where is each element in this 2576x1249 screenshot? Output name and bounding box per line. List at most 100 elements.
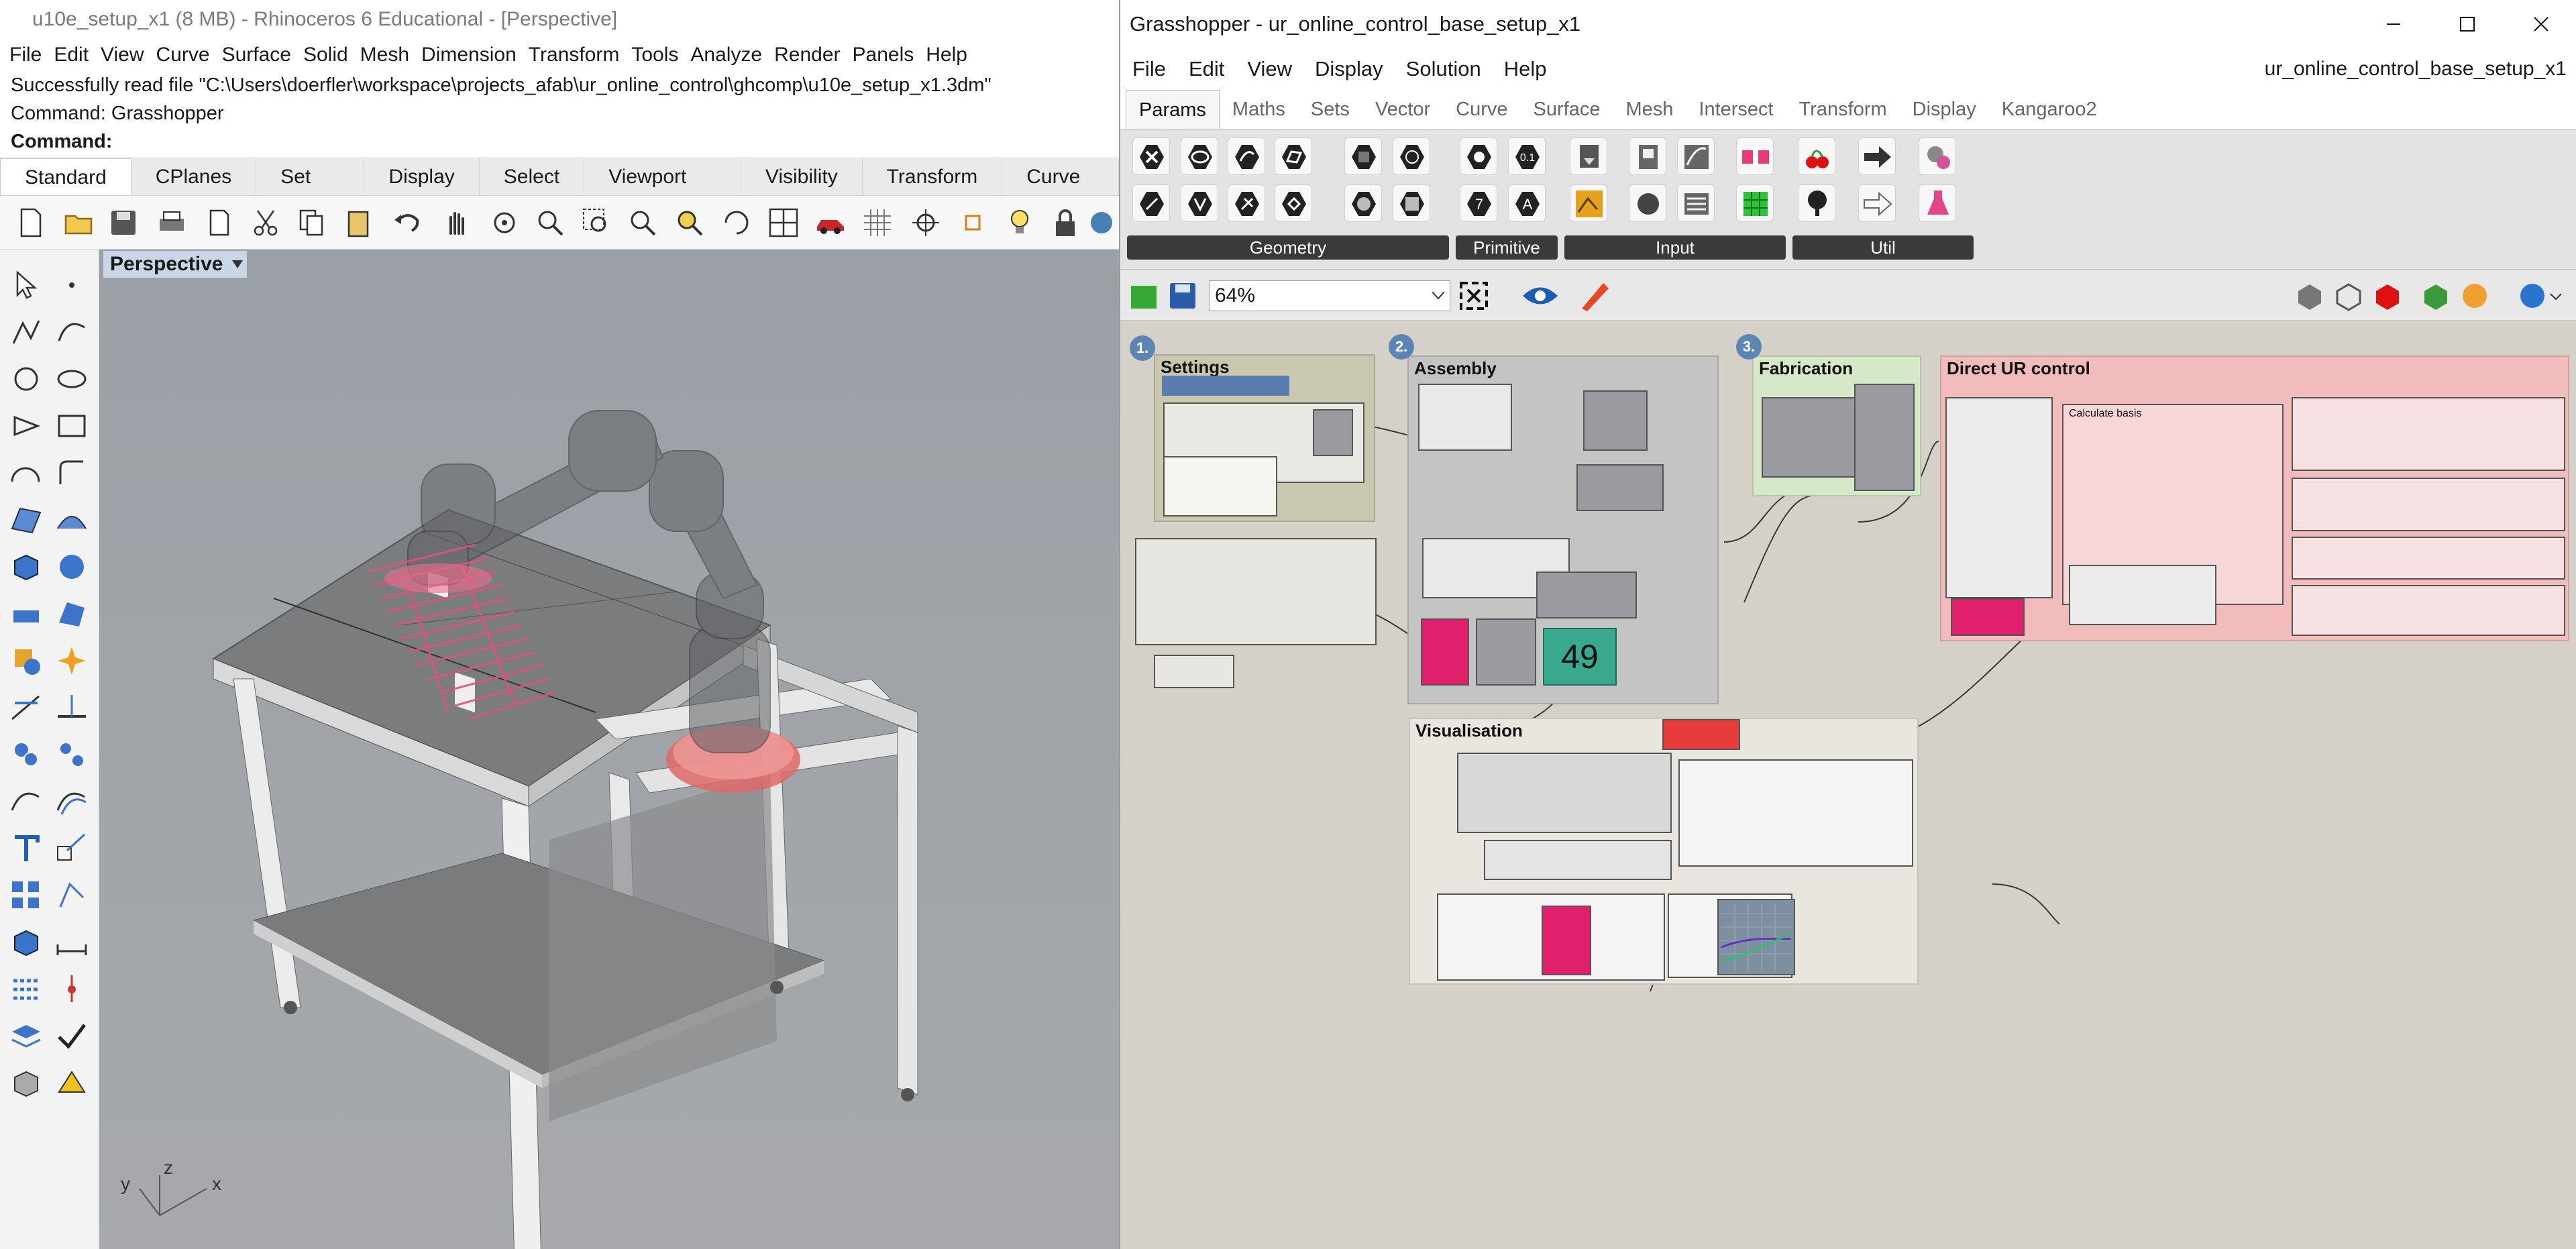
cherry-picker-icon[interactable] <box>1798 138 1835 175</box>
osnap-icon[interactable] <box>957 207 989 239</box>
ur-command-1[interactable] <box>2292 397 2565 471</box>
perspective-viewport[interactable]: x y z <box>99 250 1119 1249</box>
environment-icon[interactable] <box>54 1065 90 1101</box>
group-fabrication[interactable]: Fabrication <box>1752 356 1921 496</box>
menu-curve[interactable]: Curve <box>151 39 217 71</box>
matrix-input-icon[interactable] <box>1736 184 1774 222</box>
vis-component-3[interactable] <box>1678 759 1913 867</box>
flask-icon[interactable] <box>1919 184 1956 222</box>
tab-cplanes[interactable]: CPlanes <box>131 158 257 195</box>
open-file-icon[interactable] <box>1127 279 1161 313</box>
gh-menu-display[interactable]: Display <box>1315 48 1383 90</box>
select-arrow-icon[interactable] <box>8 267 44 303</box>
menu-surface[interactable]: Surface <box>217 39 298 71</box>
command-prompt[interactable]: Command: <box>11 131 112 152</box>
save-file-icon[interactable] <box>1166 279 1199 313</box>
group-icon[interactable] <box>8 737 44 773</box>
rotate-icon[interactable] <box>488 207 521 239</box>
scale-icon[interactable] <box>54 830 90 867</box>
surface-icon[interactable] <box>8 502 44 538</box>
menu-file[interactable]: File <box>4 39 48 71</box>
group-visualisation[interactable]: Visualisation <box>1409 718 1919 985</box>
offset-icon[interactable] <box>54 783 90 820</box>
polyline-icon[interactable] <box>8 314 44 350</box>
ungroup-icon[interactable] <box>54 737 90 773</box>
group-assembly[interactable]: Assembly 49 <box>1407 356 1719 704</box>
tab-display[interactable]: Display <box>364 158 480 195</box>
print-icon[interactable] <box>156 207 188 239</box>
gh-tab-vector[interactable]: Vector <box>1362 90 1443 129</box>
rotate-view-icon[interactable] <box>720 207 753 239</box>
ur-pose-inputs[interactable] <box>1945 397 2053 598</box>
box-param-icon[interactable] <box>1344 138 1382 175</box>
chevron-down-icon[interactable] <box>232 260 243 268</box>
fabrication-inputs[interactable] <box>1762 397 1856 478</box>
curve-icon[interactable] <box>54 314 90 350</box>
graph-mapper-icon[interactable] <box>1677 138 1715 175</box>
menu-dimension[interactable]: Dimension <box>416 39 523 71</box>
check-icon[interactable] <box>54 1018 90 1054</box>
value-list-icon[interactable] <box>1677 184 1715 222</box>
menu-edit[interactable]: Edit <box>48 39 95 71</box>
open-icon[interactable] <box>63 207 95 239</box>
tab-transform[interactable]: Transform <box>863 158 1003 195</box>
undo-icon[interactable] <box>392 207 424 239</box>
brep-param-icon[interactable] <box>1181 184 1218 222</box>
assembly-highlight-component[interactable] <box>1421 618 1469 686</box>
gh-tab-transform[interactable]: Transform <box>1786 90 1900 129</box>
toggle-component[interactable] <box>1154 655 1234 688</box>
gh-menu-solution[interactable]: Solution <box>1406 48 1481 90</box>
arc-icon[interactable] <box>8 455 44 491</box>
ur-command-2[interactable] <box>2292 478 2565 531</box>
viewport-title[interactable]: Perspective <box>103 251 247 278</box>
settings-cluster[interactable] <box>1135 538 1377 645</box>
menu-solid[interactable]: Solid <box>298 39 355 71</box>
tree-icon[interactable] <box>1798 184 1835 222</box>
grid-icon[interactable] <box>861 207 894 239</box>
vector-param-icon[interactable] <box>1275 184 1312 222</box>
gh-tab-intersect[interactable]: Intersect <box>1686 90 1786 129</box>
colour-swatch-icon[interactable] <box>1629 184 1666 222</box>
zoom-select[interactable]: 64% <box>1209 280 1450 311</box>
fillet-icon[interactable] <box>54 455 90 491</box>
tab-set-view[interactable]: Set View <box>256 158 365 225</box>
gh-menu-view[interactable]: View <box>1247 48 1292 90</box>
point-param-icon[interactable] <box>1132 138 1170 175</box>
fabrication-component[interactable] <box>1854 384 1915 491</box>
check-ur-panel[interactable] <box>1163 456 1277 517</box>
car-icon[interactable] <box>814 207 847 239</box>
ribbon-label-primitive[interactable]: Primitive <box>1456 235 1558 260</box>
edit-points-icon[interactable] <box>54 877 90 914</box>
import-icon[interactable] <box>203 207 235 239</box>
data-output-arrow-icon[interactable] <box>1858 184 1896 222</box>
menu-help[interactable]: Help <box>920 39 974 71</box>
loft-icon[interactable] <box>54 502 90 538</box>
dimension-icon[interactable] <box>54 924 90 961</box>
surface-param-icon[interactable] <box>1275 138 1312 175</box>
number-param-icon[interactable]: 0.1 <box>1508 138 1546 175</box>
menu-tools[interactable]: Tools <box>626 39 685 71</box>
gh-tab-maths[interactable]: Maths <box>1220 90 1298 129</box>
text-param-icon[interactable]: A <box>1508 184 1546 222</box>
gh-tab-display[interactable]: Display <box>1900 90 1989 129</box>
menu-panels[interactable]: Panels <box>847 39 921 71</box>
sphere-icon[interactable] <box>54 549 90 585</box>
copy-icon[interactable] <box>295 207 327 239</box>
minimize-icon[interactable] <box>2381 12 2406 36</box>
split-icon[interactable] <box>54 690 90 726</box>
boolean-icon[interactable] <box>8 643 44 679</box>
paste-icon[interactable] <box>342 207 374 239</box>
gh-tab-mesh[interactable]: Mesh <box>1613 90 1686 129</box>
ur-command-4[interactable] <box>2292 585 2565 636</box>
tab-viewport-layout[interactable]: Viewport Layout <box>584 158 741 225</box>
cut-icon[interactable] <box>250 207 282 239</box>
group-direct-ur-control[interactable]: Direct UR control Calculate basis <box>1940 356 2569 641</box>
data-input-arrow-icon[interactable] <box>1858 138 1896 175</box>
slider-input-icon[interactable] <box>1736 138 1774 175</box>
geometry-param-icon[interactable] <box>1344 184 1382 222</box>
circle-param-icon[interactable] <box>1181 138 1218 175</box>
layer-icon[interactable] <box>8 1018 44 1054</box>
fitness-icon[interactable] <box>1919 138 1956 175</box>
vis-warning-panel[interactable] <box>1662 719 1740 750</box>
button-input-icon[interactable] <box>1570 138 1607 175</box>
